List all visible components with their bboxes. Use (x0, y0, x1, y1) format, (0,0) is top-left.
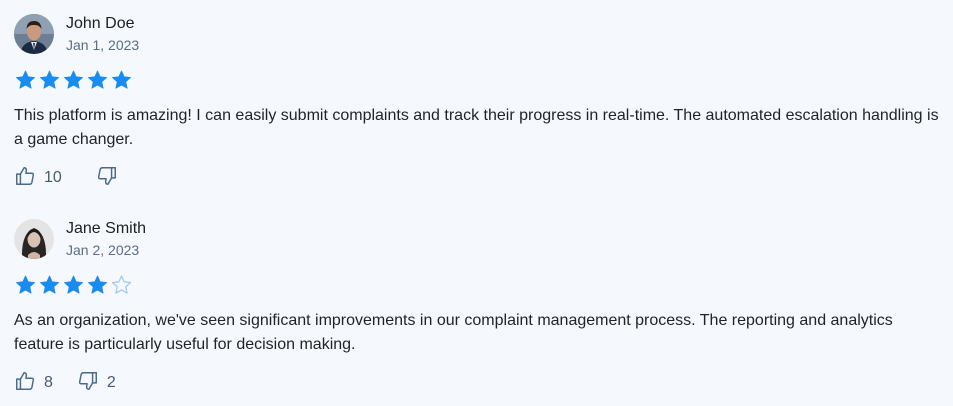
star-rating (14, 69, 939, 91)
review-actions: 8 2 (14, 370, 939, 397)
star-filled-icon (40, 275, 59, 294)
thumbs-down-icon (77, 370, 99, 397)
star-filled-icon (112, 70, 131, 89)
star-filled-icon (16, 275, 35, 294)
dislike-count: 2 (106, 374, 116, 391)
dislike-button[interactable] (96, 165, 126, 192)
thumbs-down-icon (96, 165, 118, 192)
like-count: 10 (44, 169, 62, 186)
like-button[interactable]: 10 (14, 165, 62, 192)
review-date: Jan 2, 2023 (66, 242, 140, 258)
review-header: John Doe Jan 1, 2023 (14, 14, 939, 54)
star-empty-icon (111, 275, 132, 294)
review-card: John Doe Jan 1, 2023 This platform is am… (14, 14, 939, 189)
like-count: 8 (44, 374, 53, 391)
review-header: Jane Smith Jan 2, 2023 (14, 219, 939, 259)
like-button[interactable]: 8 (14, 370, 53, 397)
author-name: Jane Smith (66, 220, 147, 237)
star-filled-icon (64, 275, 83, 294)
thumbs-up-icon (14, 165, 36, 192)
review-text: As an organization, we've seen significa… (14, 312, 893, 353)
avatar (14, 14, 54, 54)
star-rating (14, 274, 939, 296)
star-filled-icon (88, 70, 107, 89)
star-filled-icon (16, 70, 35, 89)
review-date: Jan 1, 2023 (66, 37, 140, 53)
star-filled-icon (88, 275, 107, 294)
review-actions: 10 (14, 165, 939, 192)
review-text: This platform is amazing! I can easily s… (14, 107, 939, 148)
star-filled-icon (64, 70, 83, 89)
dislike-button[interactable]: 2 (77, 370, 116, 397)
star-filled-icon (40, 70, 59, 89)
thumbs-up-icon (14, 370, 36, 397)
review-card: Jane Smith Jan 2, 2023 As an organizatio… (14, 219, 939, 394)
avatar (14, 219, 54, 259)
author-name: John Doe (66, 15, 135, 32)
